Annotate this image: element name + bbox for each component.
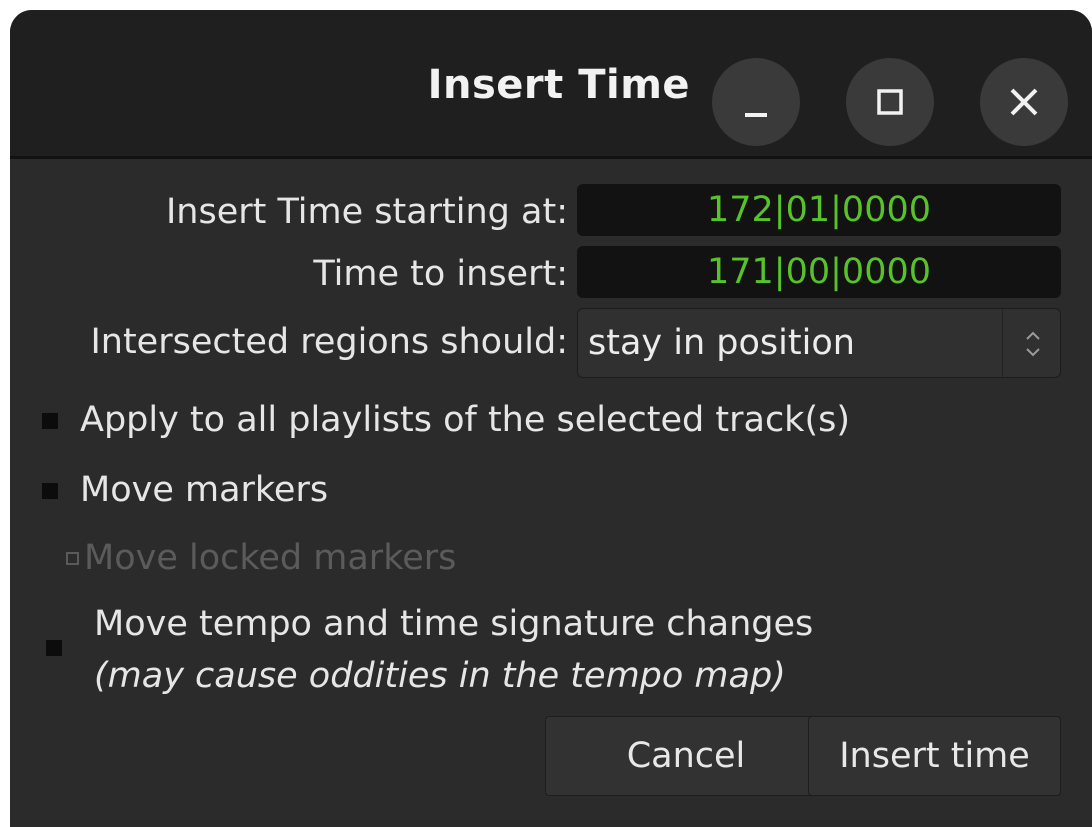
- move-tempo-label: Move tempo and time signature changes: [94, 604, 814, 644]
- move-locked-markers-label: Move locked markers: [84, 538, 457, 578]
- all-playlists-checkbox[interactable]: [42, 413, 58, 429]
- insert-time-button[interactable]: Insert time: [808, 716, 1061, 796]
- intersect-dropdown-value: stay in position: [588, 323, 855, 363]
- move-tempo-checkbox[interactable]: [46, 640, 62, 656]
- maximize-button[interactable]: [846, 58, 934, 146]
- cancel-button[interactable]: Cancel: [545, 716, 827, 796]
- move-markers-label: Move markers: [80, 470, 329, 510]
- move-locked-markers-checkbox: [66, 552, 79, 565]
- title-bar[interactable]: Insert Time: [10, 10, 1092, 159]
- move-markers-checkbox[interactable]: [42, 483, 58, 499]
- maximize-icon: [877, 89, 903, 115]
- chevron-up-down-icon: [1026, 331, 1040, 357]
- intersect-label: Intersected regions should:: [90, 322, 568, 362]
- close-button[interactable]: [980, 58, 1068, 146]
- duration-label: Time to insert:: [313, 254, 568, 294]
- insert-time-dialog: Insert Time Insert Time starting at: 172…: [10, 10, 1092, 827]
- duration-clock[interactable]: 171|00|0000: [577, 246, 1061, 298]
- minimize-icon: [745, 113, 767, 117]
- intersect-dropdown[interactable]: stay in position: [577, 308, 1061, 378]
- start-time-clock[interactable]: 172|01|0000: [577, 184, 1061, 236]
- all-playlists-label: Apply to all playlists of the selected t…: [80, 400, 850, 440]
- start-time-label: Insert Time starting at:: [165, 192, 568, 232]
- minimize-button[interactable]: [712, 58, 800, 146]
- dropdown-divider: [1002, 309, 1003, 377]
- window-title: Insert Time: [427, 62, 690, 108]
- close-icon: [1010, 88, 1038, 116]
- move-tempo-note: (may cause oddities in the tempo map): [94, 656, 786, 696]
